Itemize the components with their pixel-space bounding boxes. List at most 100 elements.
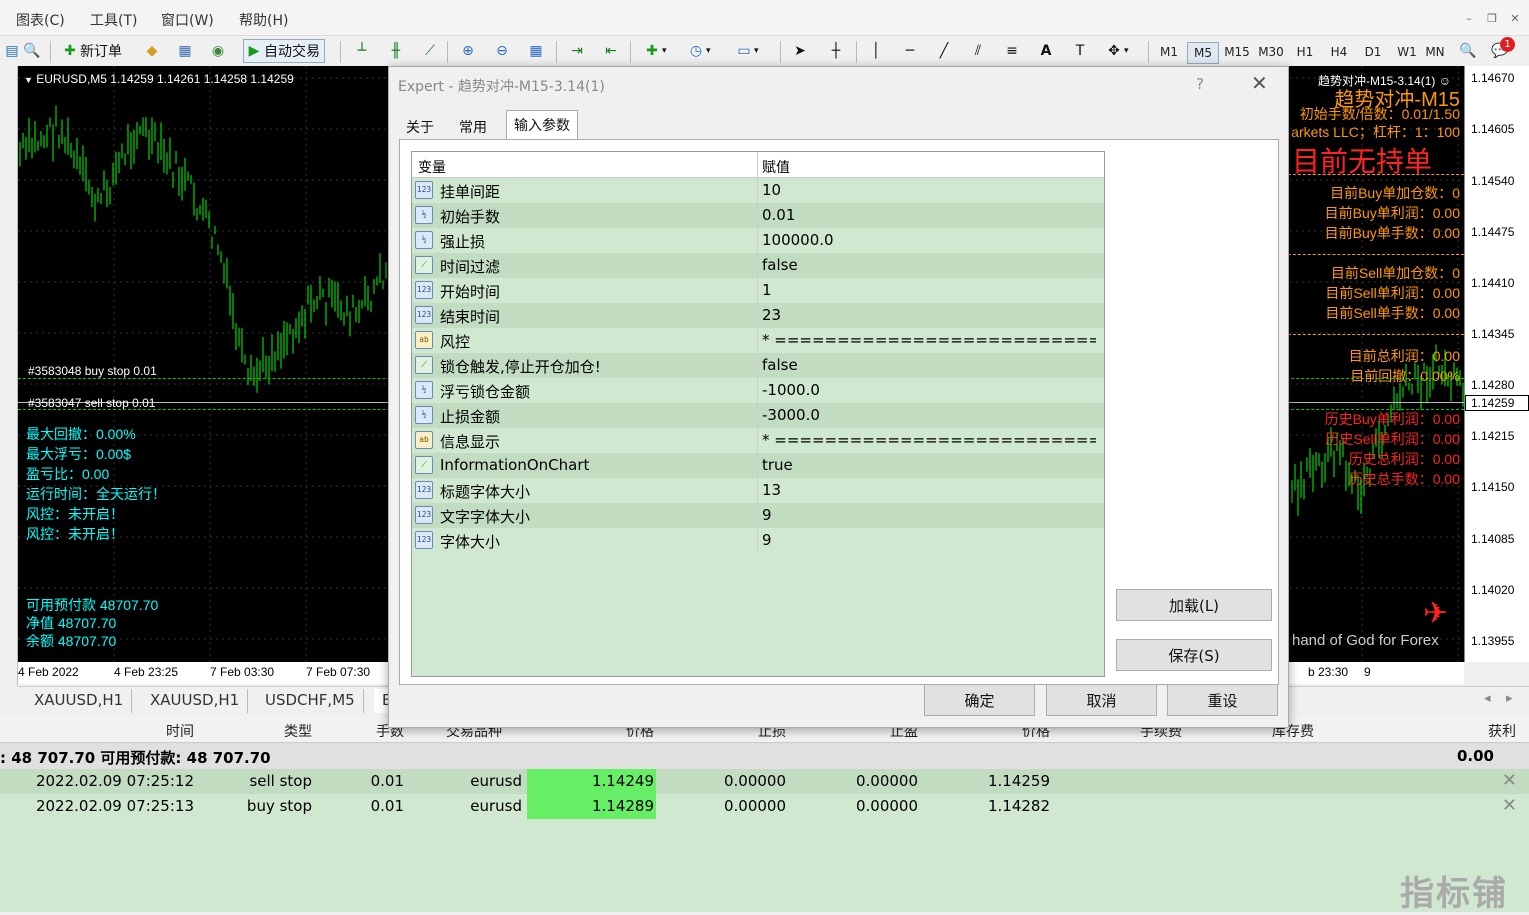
delete-order-icon[interactable]: ✕ xyxy=(1502,770,1517,791)
table-row[interactable]: 2022.02.09 07:25:13 buy stop 0.01 eurusd… xyxy=(0,794,1529,819)
dialog-close-icon[interactable]: ✕ xyxy=(1251,71,1268,95)
tf-m15[interactable]: M15 xyxy=(1221,42,1253,64)
param-row[interactable]: ab 信息显示 * ================================… xyxy=(412,428,1104,453)
param-value[interactable]: 23 xyxy=(762,306,1096,324)
param-value[interactable]: -1000.0 xyxy=(762,381,1096,399)
signals-icon[interactable]: ◉ xyxy=(208,39,228,63)
tile-windows-icon[interactable]: ▦ xyxy=(526,39,546,63)
crosshair-icon[interactable]: ┼ xyxy=(826,39,846,63)
param-value[interactable]: * ================================... xyxy=(762,331,1096,349)
text-icon[interactable]: A xyxy=(1036,39,1056,63)
load-button[interactable]: 加载(L) xyxy=(1116,589,1272,621)
minimize-icon[interactable]: – xyxy=(1458,12,1480,28)
menu-tools[interactable]: 工具(T) xyxy=(90,10,137,30)
param-row[interactable]: ½ 初始手数 0.01 xyxy=(412,203,1104,228)
param-row[interactable]: ⟋ 锁仓触发,停止开仓加仓! false xyxy=(412,353,1104,378)
param-value[interactable]: 100000.0 xyxy=(762,231,1096,249)
profiles-icon[interactable]: ▤ xyxy=(2,39,22,63)
tab-left-arrow-icon[interactable]: ◂ xyxy=(1484,691,1491,706)
restore-icon[interactable]: ❐ xyxy=(1481,12,1503,28)
param-value[interactable]: false xyxy=(762,256,1096,274)
menu-chart[interactable]: 图表(C) xyxy=(16,10,65,30)
table-row[interactable]: 2022.02.09 07:25:12 sell stop 0.01 eurus… xyxy=(0,769,1529,794)
chart-tab[interactable]: XAUUSD,H1 xyxy=(142,689,249,713)
cancel-button[interactable]: 取消 xyxy=(1046,684,1157,716)
arrows-icon[interactable]: ✥ ▾ xyxy=(1104,39,1128,63)
param-row[interactable]: 123 字体大小 9 xyxy=(412,528,1104,553)
tab-inputs[interactable]: 输入参数 xyxy=(506,110,578,140)
tf-w1[interactable]: W1 xyxy=(1391,42,1423,64)
param-value[interactable]: 10 xyxy=(762,181,1096,199)
text-label-icon[interactable]: T xyxy=(1070,39,1090,63)
price-scale[interactable]: 1.14670 1.14605 1.14540 1.14475 1.14410 … xyxy=(1464,66,1529,662)
indicators-icon[interactable]: ✚ ▾ xyxy=(642,39,666,63)
param-value[interactable]: 0.01 xyxy=(762,206,1096,224)
tab-about[interactable]: 关于 xyxy=(399,113,441,139)
zoom-in-icon[interactable]: ⊕ xyxy=(458,39,478,63)
param-row[interactable]: ⟋ 时间过滤 false xyxy=(412,253,1104,278)
col-variable[interactable]: 变量 xyxy=(418,157,446,177)
menu-window[interactable]: 窗口(W) xyxy=(161,10,214,30)
candlestick-icon[interactable]: ╫ xyxy=(386,39,406,63)
new-order-button[interactable]: ✚ 新订单 xyxy=(60,39,122,63)
reset-button[interactable]: 重设 xyxy=(1167,684,1278,716)
bar-chart-icon[interactable]: ┴ xyxy=(352,39,372,63)
autoscroll-icon[interactable]: ⇥ xyxy=(567,39,587,63)
col-value[interactable]: 赋值 xyxy=(762,157,790,177)
chart-tab[interactable]: USDCHF,M5 xyxy=(257,689,364,713)
col-time[interactable]: 时间 xyxy=(100,721,194,741)
tf-h1[interactable]: H1 xyxy=(1289,42,1321,64)
delete-order-icon[interactable]: ✕ xyxy=(1502,795,1517,816)
horizontal-line-icon[interactable]: ─ xyxy=(900,39,920,63)
param-value[interactable]: 9 xyxy=(762,531,1096,549)
param-value[interactable]: -3000.0 xyxy=(762,406,1096,424)
ok-button[interactable]: 确定 xyxy=(924,684,1035,716)
param-row[interactable]: 123 开始时间 1 xyxy=(412,278,1104,303)
tf-h4[interactable]: H4 xyxy=(1323,42,1355,64)
param-row[interactable]: 123 标题字体大小 13 xyxy=(412,478,1104,503)
tab-right-arrow-icon[interactable]: ▸ xyxy=(1506,691,1513,706)
equidistant-channel-icon[interactable]: ⫽ xyxy=(968,39,988,63)
param-row[interactable]: ab 风控 * ================================..… xyxy=(412,328,1104,353)
line-chart-icon[interactable]: ⟋ xyxy=(420,39,440,63)
notifications-icon[interactable]: 💬 1 xyxy=(1490,37,1515,63)
templates-icon[interactable]: ▭ ▾ xyxy=(734,39,758,63)
tf-d1[interactable]: D1 xyxy=(1357,42,1389,64)
cursor-icon[interactable]: ➤ xyxy=(790,39,810,63)
param-row[interactable]: ½ 浮亏锁仓金额 -1000.0 xyxy=(412,378,1104,403)
navigator-icon[interactable]: ▦ xyxy=(175,39,195,63)
param-value[interactable]: * ================================... xyxy=(762,431,1096,449)
vertical-line-icon[interactable]: │ xyxy=(866,39,886,63)
search-icon[interactable]: 🔍 xyxy=(1458,39,1478,63)
param-value[interactable]: 1 xyxy=(762,281,1096,299)
param-row[interactable]: ½ 止损金额 -3000.0 xyxy=(412,403,1104,428)
col-profit[interactable]: 获利 xyxy=(1320,721,1516,741)
tf-m30[interactable]: M30 xyxy=(1255,42,1287,64)
trendline-icon[interactable]: ╱ xyxy=(934,39,954,63)
periods-icon[interactable]: ◷ ▾ xyxy=(686,39,711,63)
param-row[interactable]: ½ 强止损 100000.0 xyxy=(412,228,1104,253)
save-button[interactable]: 保存(S) xyxy=(1116,639,1272,671)
param-row[interactable]: 123 文字字体大小 9 xyxy=(412,503,1104,528)
fibonacci-icon[interactable]: ≡ xyxy=(1002,39,1022,63)
zoom-chart-icon[interactable]: 🔍 xyxy=(22,39,42,63)
col-type[interactable]: 类型 xyxy=(210,721,312,741)
metaeditor-icon[interactable]: ◆ xyxy=(142,39,162,63)
param-value[interactable]: false xyxy=(762,356,1096,374)
menu-help[interactable]: 帮助(H) xyxy=(239,10,288,30)
param-row[interactable]: ⟋ InformationOnChart true xyxy=(412,453,1104,478)
chart-shift-icon[interactable]: ⇤ xyxy=(601,39,621,63)
tf-m1[interactable]: M1 xyxy=(1153,42,1185,64)
param-value[interactable]: true xyxy=(762,456,1096,474)
close-icon[interactable]: ✕ xyxy=(1504,12,1526,28)
param-row[interactable]: 123 结束时间 23 xyxy=(412,303,1104,328)
auto-trade-button[interactable]: ▶ 自动交易 xyxy=(243,39,325,63)
tf-mn[interactable]: MN xyxy=(1425,42,1445,64)
help-icon[interactable]: ? xyxy=(1196,75,1204,93)
param-value[interactable]: 9 xyxy=(762,506,1096,524)
chart-tab[interactable]: XAUUSD,H1 xyxy=(26,689,133,713)
param-value[interactable]: 13 xyxy=(762,481,1096,499)
zoom-out-icon[interactable]: ⊖ xyxy=(492,39,512,63)
param-row[interactable]: 123 挂单间距 10 xyxy=(412,178,1104,203)
tab-common[interactable]: 常用 xyxy=(452,113,494,139)
